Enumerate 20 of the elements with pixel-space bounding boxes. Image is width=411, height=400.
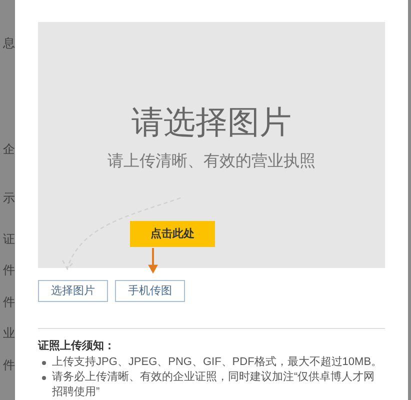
backdrop-text: 证 <box>3 232 15 246</box>
down-arrow-icon <box>148 248 158 274</box>
backdrop-text: 件 <box>3 295 15 309</box>
upload-title: 请选择图片 <box>132 103 292 142</box>
notice-item: 上传支持JPG、JPEG、PNG、GIF、PDF格式，最大不超过10MB。 <box>52 355 382 370</box>
upload-option-button[interactable]: 手机传图 <box>115 280 185 302</box>
bullet-icon <box>42 376 46 380</box>
backdrop-text: 企 <box>3 142 15 156</box>
notice-item: 请务必上传清晰、有效的企业证照，同时建议加注“仅供卓博人才网招聘使用” <box>52 370 376 400</box>
backdrop-text: 件 <box>3 263 15 277</box>
notice-title: 证照上传须知： <box>38 339 116 353</box>
click-here-button[interactable]: 点击此处 <box>130 221 215 247</box>
upload-option-button[interactable]: 选择图片 <box>38 280 108 302</box>
backdrop-text: 件 <box>3 358 15 372</box>
bullet-icon <box>42 361 46 365</box>
upload-area[interactable]: 请选择图片 请上传清晰、有效的营业执照 点击此处 <box>38 22 385 268</box>
backdrop-text: 示 <box>3 191 15 205</box>
upload-subtitle: 请上传清晰、有效的营业执照 <box>108 152 316 172</box>
backdrop-text: 业 <box>3 326 15 340</box>
backdrop-text: 息 <box>3 36 15 50</box>
